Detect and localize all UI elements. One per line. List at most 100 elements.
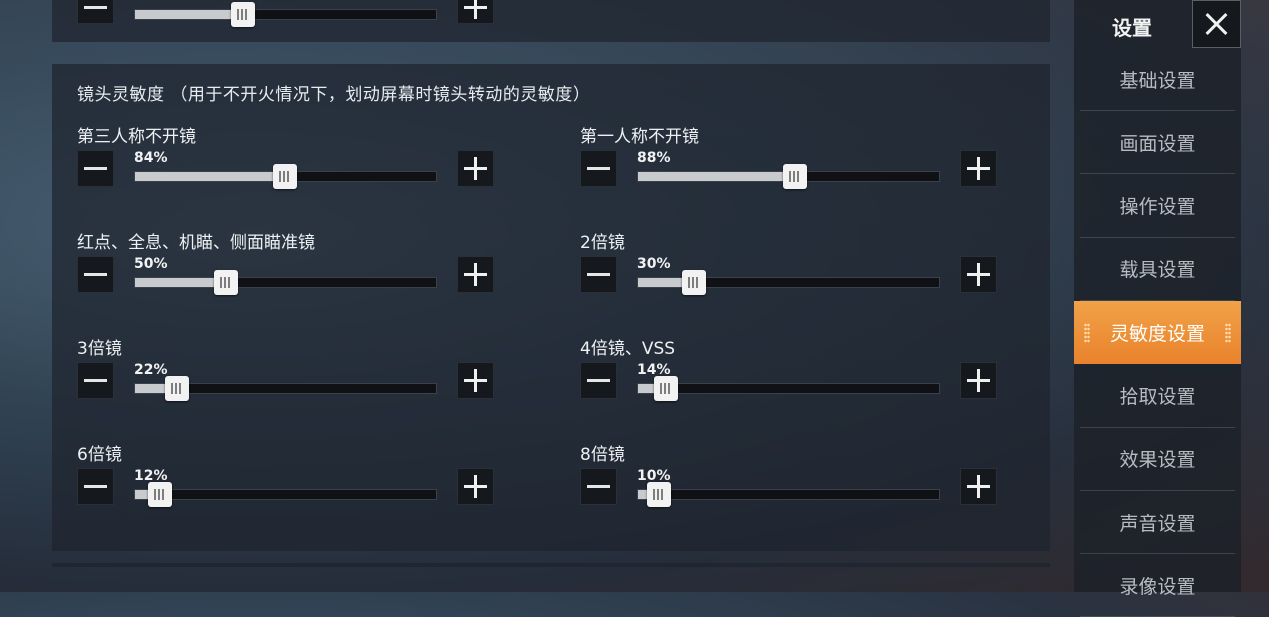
sensitivity-setting: 第三人称不开镜 84%	[77, 122, 501, 222]
sidebar-item[interactable]: 操作设置	[1080, 175, 1235, 238]
sidebar-item[interactable]: 录像设置	[1080, 554, 1235, 617]
increase-button[interactable]	[960, 256, 997, 293]
grip-icon	[660, 383, 672, 394]
sidebar-item[interactable]: 效果设置	[1080, 428, 1235, 491]
sidebar-header: 设置	[1074, 0, 1241, 48]
decrease-button[interactable]	[580, 362, 617, 399]
sensitivity-setting: 第一人称不开镜 88%	[580, 122, 1004, 222]
sensitivity-setting: 红点、全息、机瞄、侧面瞄准镜 50%	[77, 228, 501, 328]
sensitivity-setting: 8倍镜 10%	[580, 440, 1004, 540]
decrease-button[interactable]	[77, 468, 114, 505]
sidebar-item[interactable]: 拾取设置	[1080, 365, 1235, 428]
minus-icon	[84, 485, 107, 488]
sidebar-title: 设置	[1112, 16, 1152, 40]
plus-icon	[464, 369, 487, 392]
decrease-button[interactable]	[77, 362, 114, 399]
slider-thumb[interactable]	[783, 164, 807, 189]
increase-button[interactable]	[960, 150, 997, 187]
slider-value: 22%	[134, 362, 168, 378]
sidebar-item-label: 灵敏度设置	[1109, 323, 1205, 346]
previous-settings-panel	[52, 0, 1050, 42]
slider-track[interactable]	[134, 376, 437, 401]
slider-value: 88%	[637, 150, 671, 166]
setting-label: 8倍镜	[580, 445, 625, 465]
sensitivity-setting: 4倍镜、VSS 14%	[580, 334, 1004, 434]
slider-thumb[interactable]	[682, 270, 706, 295]
plus-icon	[464, 0, 487, 19]
sidebar-item-label: 拾取设置	[1119, 386, 1196, 408]
sidebar-item[interactable]: 灵敏度设置	[1074, 301, 1241, 365]
sidebar-item-label: 画面设置	[1119, 132, 1196, 155]
slider-fill	[135, 172, 285, 181]
close-icon	[1205, 12, 1229, 36]
sidebar-item-label: 声音设置	[1119, 512, 1196, 535]
setting-label: 红点、全息、机瞄、侧面瞄准镜	[77, 233, 315, 253]
slider-track[interactable]	[134, 164, 437, 189]
decrease-button[interactable]	[580, 256, 617, 293]
plus-icon	[967, 263, 990, 286]
sidebar-item[interactable]: 载具设置	[1080, 238, 1235, 301]
increase-button[interactable]	[457, 256, 494, 293]
decrease-button[interactable]	[77, 0, 114, 24]
minus-icon	[587, 379, 610, 382]
grip-dots-icon	[1084, 323, 1090, 344]
increase-button[interactable]	[457, 468, 494, 505]
slider-track[interactable]	[637, 270, 940, 295]
slider-thumb[interactable]	[647, 482, 671, 507]
divider	[52, 563, 1050, 567]
grip-dots-icon	[1225, 323, 1231, 344]
setting-label: 第一人称不开镜	[580, 127, 699, 147]
sensitivity-setting: 3倍镜 22%	[77, 334, 501, 434]
slider-track[interactable]	[134, 2, 437, 27]
increase-button[interactable]	[457, 150, 494, 187]
increase-button[interactable]	[960, 468, 997, 505]
slider-track[interactable]	[134, 270, 437, 295]
increase-button[interactable]	[457, 0, 494, 24]
sidebar-item-label: 操作设置	[1119, 196, 1196, 219]
plus-icon	[464, 157, 487, 180]
close-button[interactable]	[1192, 0, 1241, 48]
minus-icon	[587, 167, 610, 170]
setting-label: 第三人称不开镜	[77, 127, 196, 147]
plus-icon	[967, 157, 990, 180]
increase-button[interactable]	[457, 362, 494, 399]
slider-thumb[interactable]	[231, 2, 255, 27]
decrease-button[interactable]	[580, 150, 617, 187]
increase-button[interactable]	[960, 362, 997, 399]
grip-icon	[220, 277, 232, 288]
slider-track[interactable]	[134, 482, 437, 507]
decrease-button[interactable]	[77, 256, 114, 293]
minus-icon	[587, 485, 610, 488]
slider-value: 30%	[637, 256, 671, 272]
sidebar-item[interactable]: 声音设置	[1080, 491, 1235, 555]
minus-icon	[84, 379, 107, 382]
slider-thumb[interactable]	[654, 376, 678, 401]
grip-icon	[237, 9, 249, 20]
slider-thumb[interactable]	[214, 270, 238, 295]
sidebar-item-label: 效果设置	[1119, 449, 1196, 472]
minus-icon	[84, 5, 107, 9]
decrease-button[interactable]	[77, 150, 114, 187]
slider-thumb[interactable]	[165, 376, 189, 401]
slider-thumb[interactable]	[148, 482, 172, 507]
setting-label: 3倍镜	[77, 339, 122, 359]
grip-icon	[789, 171, 801, 182]
plus-icon	[967, 475, 990, 498]
decrease-button[interactable]	[580, 468, 617, 505]
slider-track[interactable]	[637, 164, 940, 189]
setting-label: 2倍镜	[580, 233, 625, 253]
sidebar-item[interactable]: 画面设置	[1080, 111, 1235, 175]
grip-icon	[171, 383, 183, 394]
sensitivity-setting: 6倍镜 12%	[77, 440, 501, 540]
sensitivity-setting: 2倍镜 30%	[580, 228, 1004, 328]
minus-icon	[84, 273, 107, 276]
setting-label: 6倍镜	[77, 445, 122, 465]
camera-sensitivity-panel: 镜头灵敏度 （用于不开火情况下，划动屏幕时镜头转动的灵敏度） 第三人称不开镜 8…	[52, 64, 1050, 551]
grip-icon	[688, 277, 700, 288]
slider-thumb[interactable]	[273, 164, 297, 189]
sidebar-item[interactable]: 基础设置	[1080, 48, 1235, 111]
slider-track[interactable]	[637, 376, 940, 401]
slider-track[interactable]	[637, 482, 940, 507]
plus-icon	[967, 369, 990, 392]
slider-fill	[135, 278, 226, 287]
